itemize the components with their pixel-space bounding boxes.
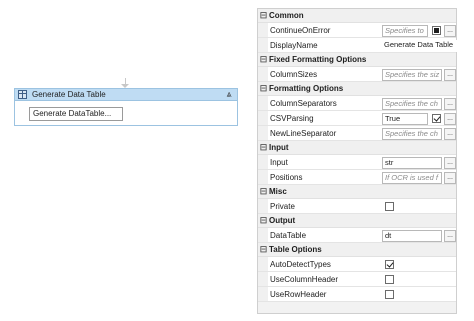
property-row-autodetecttypes: AutoDetectTypes — [258, 257, 456, 272]
row-gutter — [258, 272, 268, 286]
category-misc[interactable]: ⊟ Misc — [258, 185, 456, 199]
property-name: UseRowHeader — [270, 290, 327, 299]
property-name: ContinueOnError — [270, 26, 331, 35]
row-gutter — [258, 38, 268, 52]
property-value-positions[interactable]: If OCR is used f — [382, 172, 442, 184]
ellipsis-button[interactable]: ... — [444, 25, 456, 37]
category-common[interactable]: ⊟ Common — [258, 9, 456, 23]
collapse-category-icon[interactable]: ⊟ — [259, 82, 268, 95]
category-label: Misc — [269, 187, 287, 196]
row-gutter — [258, 228, 268, 242]
property-value-newlineseparator[interactable]: Specifies the ch — [382, 128, 442, 140]
properties-panel: ⊟ Common ContinueOnError Specifies to... Dis… — [257, 8, 458, 314]
property-row-private: Private — [258, 199, 456, 214]
property-row-positions: Positions If OCR is used f... — [258, 170, 456, 185]
ellipsis-button[interactable]: ... — [444, 69, 456, 81]
property-row-continueonerror: ContinueOnError Specifies to... — [258, 23, 456, 38]
ellipsis-button[interactable]: ... — [444, 230, 456, 242]
collapse-category-icon[interactable]: ⊟ — [259, 243, 268, 256]
property-name: Input — [270, 158, 288, 167]
table-icon — [18, 90, 27, 99]
row-gutter — [258, 126, 268, 140]
property-value-continueonerror[interactable]: Specifies to — [382, 25, 428, 37]
generate-datatable-button[interactable]: Generate DataTable... — [29, 107, 123, 121]
property-row-datatable: DataTable dt... — [258, 228, 456, 243]
property-name: DisplayName — [270, 41, 318, 50]
generate-data-table-activity[interactable]: Generate Data Table ⩓ Generate DataTable… — [14, 88, 238, 126]
property-name: AutoDetectTypes — [270, 260, 331, 269]
property-value-datatable[interactable]: dt — [382, 230, 442, 242]
category-label: Input — [269, 143, 289, 152]
category-label: Fixed Formatting Options — [269, 55, 367, 64]
category-output[interactable]: ⊟ Output — [258, 214, 456, 228]
collapse-category-icon[interactable]: ⊟ — [259, 9, 268, 22]
row-gutter — [258, 155, 268, 169]
row-gutter — [258, 67, 268, 81]
activity-header[interactable]: Generate Data Table ⩓ — [15, 89, 237, 101]
collapse-category-icon[interactable]: ⊟ — [259, 141, 268, 154]
row-gutter — [258, 257, 268, 271]
row-gutter — [258, 287, 268, 301]
checkbox-usecolumnheader[interactable] — [385, 275, 394, 284]
row-gutter — [258, 111, 268, 125]
category-label: Table Options — [269, 245, 322, 254]
checkbox[interactable] — [432, 114, 441, 123]
property-name: CSVParsing — [270, 114, 314, 123]
row-gutter — [258, 199, 268, 213]
property-row-newlineseparator: NewLineSeparator Specifies the ch... — [258, 126, 456, 141]
property-name: NewLineSeparator — [270, 129, 337, 138]
property-value-columnseparators[interactable]: Specifies the ch — [382, 98, 442, 110]
property-name: DataTable — [270, 231, 307, 240]
collapse-category-icon[interactable]: ⊟ — [259, 185, 268, 198]
indeterminate-checkbox[interactable] — [432, 26, 441, 35]
property-value-displayname[interactable]: Generate Data Table — [382, 40, 458, 52]
category-fixed-formatting-options[interactable]: ⊟ Fixed Formatting Options — [258, 53, 456, 67]
row-gutter — [258, 96, 268, 110]
property-value-columnsizes[interactable]: Specifies the siz — [382, 69, 442, 81]
ellipsis-button[interactable]: ... — [444, 113, 456, 125]
checkbox-private[interactable] — [385, 202, 394, 211]
property-value-input[interactable]: str — [382, 157, 442, 169]
category-label: Formatting Options — [269, 84, 344, 93]
ellipsis-button[interactable]: ... — [444, 128, 456, 140]
collapse-category-icon[interactable]: ⊟ — [259, 53, 268, 66]
collapse-category-icon[interactable]: ⊟ — [259, 214, 268, 227]
property-row-csvparsing: CSVParsing True... — [258, 111, 456, 126]
category-label: Output — [269, 216, 296, 225]
category-input[interactable]: ⊟ Input — [258, 141, 456, 155]
category-label: Common — [269, 11, 304, 20]
property-row-columnsizes: ColumnSizes Specifies the siz... — [258, 67, 456, 82]
collapse-activity-button[interactable]: ⩓ — [224, 89, 234, 100]
checkbox-autodetecttypes[interactable] — [385, 260, 394, 269]
activity-title: Generate Data Table — [32, 90, 106, 99]
property-row-usecolumnheader: UseColumnHeader — [258, 272, 456, 287]
row-gutter — [258, 170, 268, 184]
ellipsis-button[interactable]: ... — [444, 172, 456, 184]
property-name: ColumnSeparators — [270, 99, 337, 108]
property-row-displayname: DisplayName Generate Data Table — [258, 38, 458, 53]
property-row-input: Input str... — [258, 155, 456, 170]
row-gutter — [258, 23, 268, 37]
property-name: UseColumnHeader — [270, 275, 339, 284]
property-value-csvparsing[interactable]: True — [382, 113, 428, 125]
category-formatting-options[interactable]: ⊟ Formatting Options — [258, 82, 456, 96]
ellipsis-button[interactable]: ... — [444, 98, 456, 110]
category-table-options[interactable]: ⊟ Table Options — [258, 243, 456, 257]
ellipsis-button[interactable]: ... — [444, 157, 456, 169]
property-name: Positions — [270, 173, 303, 182]
property-name: Private — [270, 202, 295, 211]
property-row-userowheader: UseRowHeader — [258, 287, 456, 302]
checkbox-userowheader[interactable] — [385, 290, 394, 299]
property-row-columnseparators: ColumnSeparators Specifies the ch... — [258, 96, 456, 111]
property-name: ColumnSizes — [270, 70, 318, 79]
